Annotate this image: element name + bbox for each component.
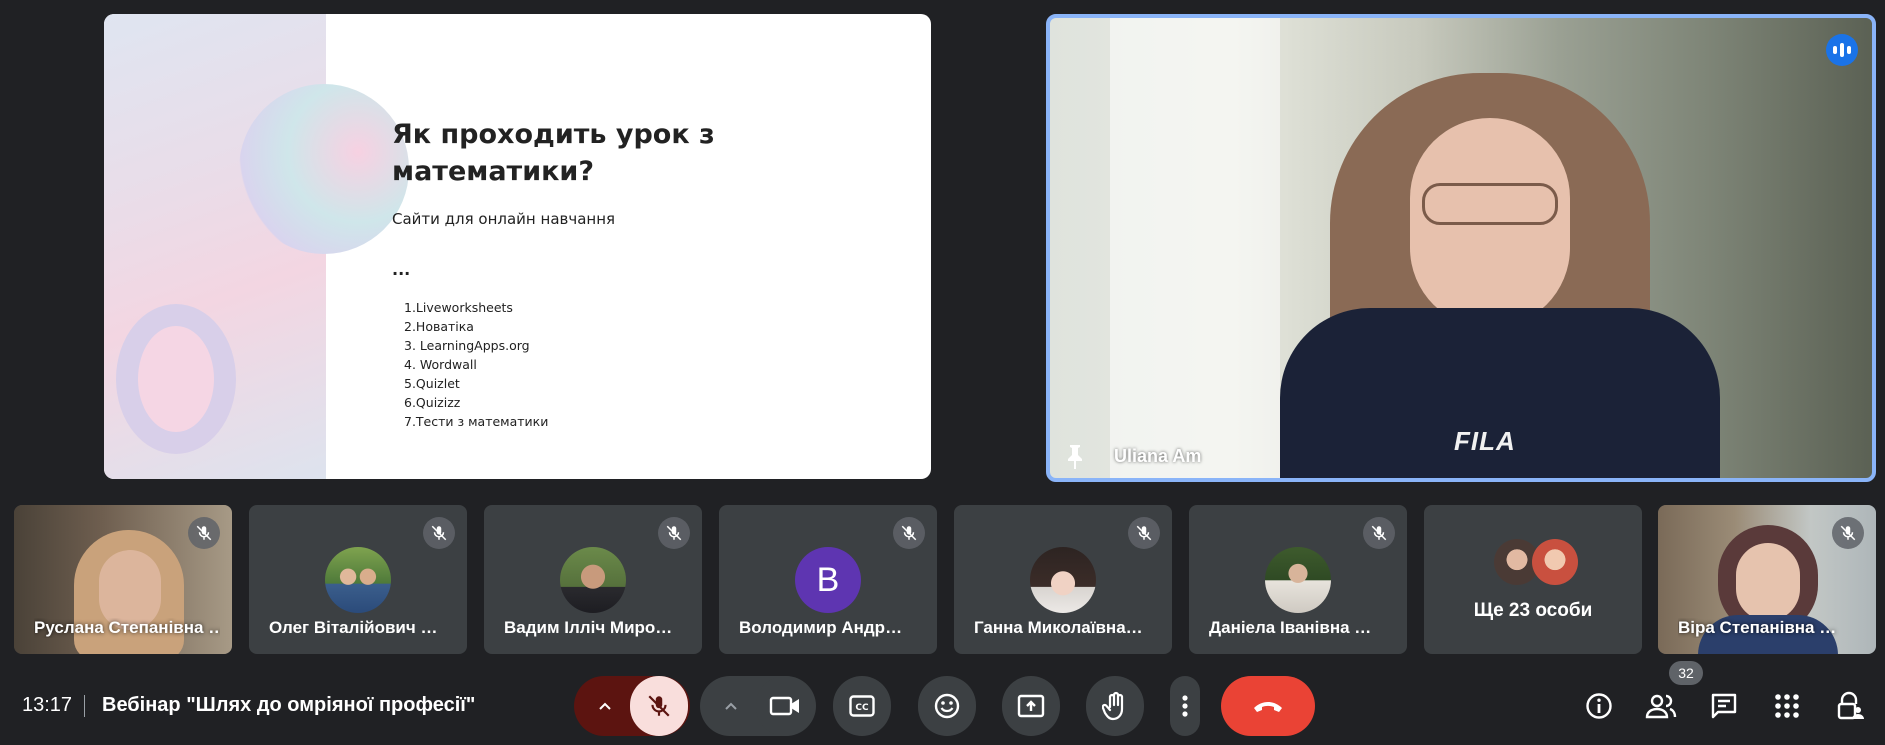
avatar — [1532, 539, 1578, 585]
slide-list-item: 5.Quizlet — [404, 376, 460, 391]
avatar: B — [795, 547, 861, 613]
speaker-glasses — [1422, 183, 1558, 225]
present-screen-icon — [1017, 694, 1045, 718]
presentation-slide: Як проходить урок з математики? Сайти дл… — [104, 14, 931, 479]
participant-tile[interactable]: Даніела Іванівна … — [1189, 505, 1407, 654]
more-participants-avatars — [1494, 539, 1584, 585]
pin-icon[interactable] — [1064, 443, 1086, 469]
slide-title: Як проходить урок з математики? — [392, 119, 715, 187]
mic-off-icon — [1128, 517, 1160, 549]
meeting-title: Вебінар "Шлях до омріяної професії" — [102, 694, 476, 716]
camera-toggle-button[interactable] — [756, 676, 814, 736]
slide-list-item: 3. LearningApps.org — [404, 338, 530, 353]
more-participants-tile[interactable]: Ще 23 особи — [1424, 505, 1642, 654]
slide-list-item: 2.Новатіка — [404, 319, 474, 334]
mic-options-button[interactable] — [584, 676, 626, 736]
hand-icon — [1102, 691, 1124, 721]
video-background — [1110, 18, 1280, 478]
closed-captions-icon: CC — [849, 695, 875, 717]
divider — [84, 695, 85, 717]
more-options-button[interactable] — [1170, 676, 1200, 736]
present-screen-button[interactable] — [1002, 676, 1060, 736]
more-participants-label: Ще 23 особи — [1473, 600, 1593, 621]
chevron-up-icon — [599, 702, 611, 710]
shirt-logo: FILA — [1454, 426, 1516, 456]
audio-level-icon — [1826, 34, 1858, 66]
mic-off-icon — [893, 517, 925, 549]
mic-off-icon — [658, 517, 690, 549]
leave-call-button[interactable] — [1221, 676, 1315, 736]
chevron-up-icon — [725, 702, 737, 710]
chat-button[interactable] — [1704, 686, 1744, 726]
slide-subtitle: Сайти для онлайн навчання — [392, 210, 616, 228]
captions-button[interactable]: CC — [833, 676, 891, 736]
participant-tile[interactable]: Віра Степанівна … — [1658, 505, 1876, 654]
raise-hand-button[interactable] — [1086, 676, 1144, 736]
participant-tile[interactable]: Ганна Миколаївна… — [954, 505, 1172, 654]
mic-off-icon — [423, 517, 455, 549]
meeting-details-button[interactable] — [1579, 686, 1619, 726]
participant-name: Віра Степанівна … — [1678, 618, 1837, 637]
participant-name: Олег Віталійович … — [269, 618, 438, 637]
emoji-icon — [934, 693, 960, 719]
camera-options-button[interactable] — [710, 676, 752, 736]
mic-off-icon — [188, 517, 220, 549]
slide-list-item: 7.Тести з математики — [404, 414, 549, 429]
mic-off-icon — [1832, 517, 1864, 549]
apps-grid-icon — [1775, 694, 1799, 718]
slide-list-item: 4. Wordwall — [404, 357, 477, 372]
avatar — [1265, 547, 1331, 613]
participant-tile[interactable]: Вадим Ілліч Миро… — [484, 505, 702, 654]
participant-tile[interactable]: Олег Віталійович … — [249, 505, 467, 654]
participant-name: Даніела Іванівна … — [1209, 618, 1372, 637]
camera-icon — [769, 696, 799, 716]
avatar — [560, 547, 626, 613]
avatar — [1030, 547, 1096, 613]
people-button[interactable] — [1641, 686, 1681, 726]
more-vert-icon — [1182, 695, 1188, 717]
participant-name: Вадим Ілліч Миро… — [504, 618, 673, 637]
pinned-speaker-tile[interactable]: FILA Uliana Am — [1046, 14, 1876, 482]
participant-video-face — [1736, 543, 1800, 621]
info-icon — [1586, 693, 1612, 719]
activities-button[interactable] — [1767, 686, 1807, 726]
reactions-button[interactable] — [918, 676, 976, 736]
mic-off-icon — [648, 695, 670, 717]
slide-ring-decoration — [116, 304, 236, 454]
svg-text:CC: CC — [855, 703, 869, 713]
participant-name: Володимир Андр… — [739, 618, 903, 637]
slide-list: 1.Liveworksheets 2.Новатіка 3. LearningA… — [404, 298, 548, 431]
participant-tile[interactable]: Руслана Степанівна … — [14, 505, 232, 654]
meeting-clock: 13:17 — [22, 694, 73, 716]
hang-up-icon — [1254, 702, 1282, 712]
mic-toggle-button[interactable] — [630, 676, 688, 736]
chat-icon — [1711, 693, 1737, 719]
slide-orb-decoration — [239, 84, 409, 254]
participant-name: Руслана Степанівна … — [34, 618, 220, 637]
slide-list-item: 6.Quizizz — [404, 395, 461, 410]
people-count-badge: 32 — [1669, 661, 1703, 685]
participant-tile[interactable]: B Володимир Андр… — [719, 505, 937, 654]
participant-name: Ганна Миколаївна… — [974, 618, 1143, 637]
lock-person-icon — [1837, 691, 1864, 720]
slide-decoration — [104, 14, 409, 479]
speaker-name: Uliana Am — [1114, 446, 1202, 466]
people-icon — [1645, 694, 1677, 719]
slide-ellipsis: ... — [392, 260, 411, 279]
avatar — [325, 547, 391, 613]
mic-off-icon — [1363, 517, 1395, 549]
slide-list-item: 1.Liveworksheets — [404, 300, 513, 315]
host-controls-button[interactable] — [1830, 686, 1870, 726]
